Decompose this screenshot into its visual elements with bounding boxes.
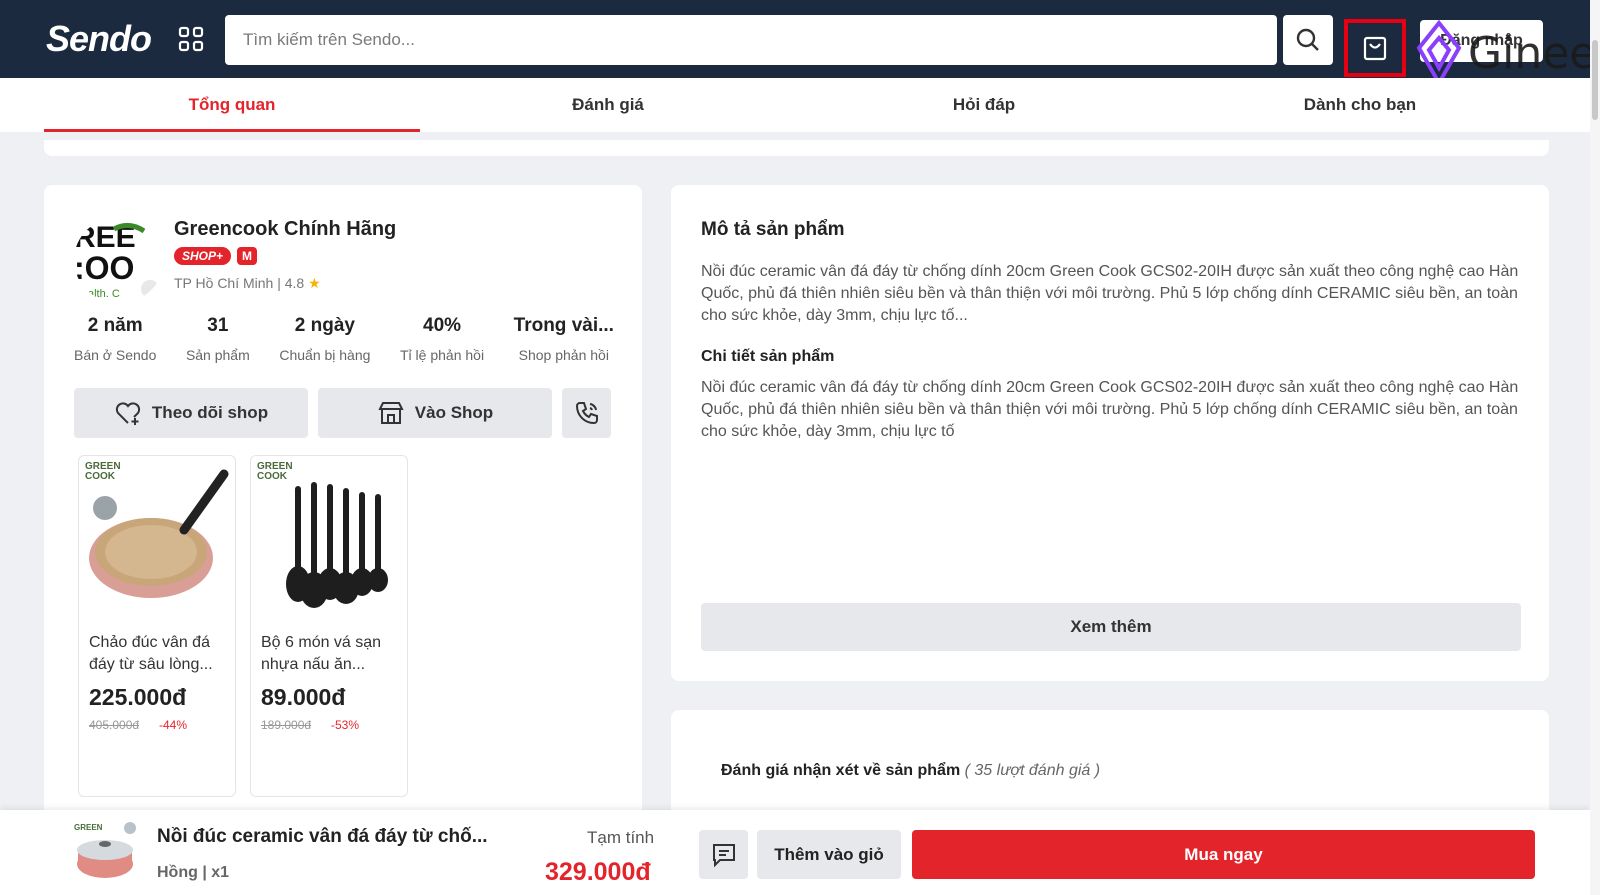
category-grid-icon[interactable] <box>178 26 204 52</box>
shop-location-rating: TP Hồ Chí Minh | 4.8 ★ <box>174 275 321 292</box>
chat-icon <box>712 843 735 867</box>
shop-stats: 2 năm Bán ở Sendo 31 Sản phẩm 2 ngày Chu… <box>74 315 614 363</box>
svg-text::OO: :OO <box>74 250 134 286</box>
watermark-text: Ginee <box>1468 27 1597 79</box>
tab-qa[interactable]: Hỏi đáp <box>796 78 1172 132</box>
tab-for-you[interactable]: Dành cho bạn <box>1172 78 1548 132</box>
brand-logo: GREEN COOK <box>257 461 293 482</box>
search-icon <box>1296 28 1319 51</box>
product-image: GREEN COOK <box>79 456 235 616</box>
stat-value: Trong vài... <box>513 315 614 336</box>
tab-overview[interactable]: Tổng quan <box>44 78 420 132</box>
shop-plus-badge: SHOP+ <box>174 247 232 265</box>
shopping-bag-icon <box>1363 36 1387 61</box>
bottom-variant[interactable]: Hồng | x1 <box>157 864 229 882</box>
stat-response-time: Trong vài... Shop phản hồi <box>514 315 614 363</box>
stat-products: 31 Sản phẩm <box>186 315 250 363</box>
reviews-count: ( 35 lượt đánh giá ) <box>964 762 1101 779</box>
stat-selling-time: 2 năm Bán ở Sendo <box>74 315 156 363</box>
subtotal-label: Tạm tính <box>587 828 655 847</box>
product-price: 89.000đ <box>261 684 346 710</box>
shop-location: TP Hồ Chí Minh | 4.8 <box>174 275 305 291</box>
product-name[interactable]: Bộ 6 món vá sạn nhựa nấu ăn... <box>261 632 401 676</box>
scrollbar-thumb[interactable] <box>1592 40 1598 120</box>
mall-badge: M <box>237 247 258 265</box>
stat-prep-time: 2 ngày Chuẩn bị hàng <box>279 315 370 363</box>
section-strip <box>44 140 1549 156</box>
top-navbar: Sendo Đăng nhập Ginee <box>0 0 1600 88</box>
chat-button[interactable] <box>699 830 748 879</box>
product-old-price: 189.000đ <box>261 718 312 732</box>
product-image: GREEN COOK <box>251 456 407 616</box>
shop-products: GREEN COOK Chảo đúc vân đá đáy từ sâu lòn… <box>78 455 408 797</box>
page-scrollbar[interactable] <box>1590 0 1600 895</box>
storefront-icon <box>378 402 404 424</box>
shop-card: REE :OO alth. C Greencook Chính Hãng SHO… <box>44 185 642 825</box>
product-price: 225.000đ <box>89 684 187 710</box>
cart-button[interactable] <box>1344 19 1406 77</box>
sendo-logo[interactable]: Sendo <box>46 18 152 60</box>
stat-label: Bán ở Sendo <box>74 347 157 363</box>
visit-shop-button[interactable]: Vào Shop <box>318 388 552 438</box>
search-button[interactable] <box>1283 15 1333 65</box>
product-tabs: Tổng quan Đánh giá Hỏi đáp Dành cho bạn <box>0 78 1590 132</box>
stat-label: Chuẩn bị hàng <box>279 347 371 363</box>
search-input[interactable] <box>225 15 1277 65</box>
visit-shop-label: Vào Shop <box>414 403 494 422</box>
buy-now-button[interactable]: Mua ngay <box>912 830 1535 879</box>
detail-text: Nồi đúc ceramic vân đá đáy từ chống dính… <box>701 379 1519 440</box>
reviews-heading: Đánh giá nhận xét về sản phẩm ( 35 lượt … <box>721 762 1100 780</box>
follow-shop-button[interactable]: Theo dõi shop <box>74 388 308 438</box>
stat-value: 31 <box>207 315 229 336</box>
stat-value: 2 ngày <box>294 315 355 336</box>
description-card: Mô tả sản phẩm Nồi đúc ceramic vân đá đá… <box>671 185 1549 681</box>
svg-text:GREEN: GREEN <box>74 823 103 832</box>
product-card[interactable]: GREEN COOK Bộ 6 món vá sạn nhựa nấu ăn...… <box>250 455 408 797</box>
bottom-product-name: Nồi đúc ceramic vân đá đáy từ chố... <box>157 826 488 847</box>
description-text: Nồi đúc ceramic vân đá đáy từ chống dính… <box>701 263 1519 324</box>
heart-plus-icon <box>115 402 141 425</box>
stat-value: 40% <box>423 315 462 336</box>
subtotal-value: 329.000đ <box>545 858 651 886</box>
star-icon: ★ <box>308 275 321 291</box>
product-thumbnail: GREEN <box>72 820 138 882</box>
detail-title: Chi tiết sản phẩm <box>701 348 835 365</box>
reviews-card: Đánh giá nhận xét về sản phẩm ( 35 lượt … <box>671 710 1549 820</box>
brand-logo: GREEN COOK <box>85 461 121 482</box>
add-to-cart-button[interactable]: Thêm vào giỏ <box>757 830 901 879</box>
reviews-title: Đánh giá nhận xét về sản phẩm <box>721 762 961 779</box>
see-more-button[interactable]: Xem thêm <box>701 603 1521 651</box>
phone-icon <box>575 402 598 425</box>
stat-label: Tỉ lệ phản hồi <box>400 347 485 363</box>
svg-text:alth. C: alth. C <box>88 288 120 300</box>
product-discount: -44% <box>159 718 188 732</box>
shop-badges: SHOP+ M <box>174 247 258 265</box>
stat-value: 2 năm <box>87 315 143 336</box>
stat-label: Shop phản hồi <box>518 347 609 363</box>
call-shop-button[interactable] <box>562 388 611 438</box>
description-title: Mô tả sản phẩm <box>701 219 845 240</box>
product-card[interactable]: GREEN COOK Chảo đúc vân đá đáy từ sâu lòn… <box>78 455 236 797</box>
shop-actions: Theo dõi shop Vào Shop <box>74 388 611 438</box>
product-discount: -53% <box>331 718 360 732</box>
stat-label: Sản phẩm <box>185 347 250 363</box>
bottom-purchase-bar: GREEN Nồi đúc ceramic vân đá đáy từ chố.… <box>0 810 1590 895</box>
product-name[interactable]: Chảo đúc vân đá đáy từ sâu lòng... <box>89 632 229 676</box>
follow-shop-label: Theo dõi shop <box>151 403 269 422</box>
tab-reviews[interactable]: Đánh giá <box>420 78 796 132</box>
shop-logo[interactable]: REE :OO alth. C <box>74 217 164 303</box>
shop-name[interactable]: Greencook Chính Hãng <box>174 218 396 241</box>
stat-response-rate: 40% Tỉ lệ phản hồi <box>400 315 484 363</box>
product-old-price: 405.000đ <box>89 718 140 732</box>
